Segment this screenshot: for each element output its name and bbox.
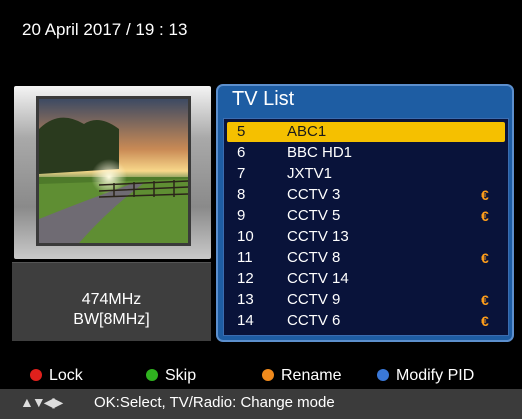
channel-number: 5 xyxy=(237,123,246,140)
yellow-button-icon xyxy=(262,369,274,381)
channel-number: 7 xyxy=(237,165,246,182)
help-text: OK:Select, TV/Radio: Change mode xyxy=(94,394,335,411)
channel-name: CCTV 13 xyxy=(287,228,349,245)
scrambled-icon: € xyxy=(481,292,489,308)
arrow-keys-icon: ▲▼◀▶ xyxy=(20,394,63,410)
channel-number: 8 xyxy=(237,186,246,203)
lock-label: Lock xyxy=(49,367,83,384)
preview-image xyxy=(39,99,188,243)
channel-number: 13 xyxy=(237,291,254,308)
channel-row[interactable]: 7 JXTV1 xyxy=(227,164,505,184)
scrambled-icon: € xyxy=(481,313,489,329)
skip-label: Skip xyxy=(165,367,197,384)
lock-legend[interactable]: Lock xyxy=(30,366,83,386)
channel-name: CCTV 6 xyxy=(287,312,341,329)
scrambled-icon: € xyxy=(481,187,489,203)
channel-name: CCTV 5 xyxy=(287,207,341,224)
frequency-label: 474MHz xyxy=(81,291,142,308)
channel-name: CCTV 14 xyxy=(287,270,349,287)
channel-row[interactable]: 12 CCTV 14 xyxy=(227,269,505,289)
channel-row[interactable]: 13 CCTV 9 € xyxy=(227,290,505,310)
channel-row[interactable]: 6 BBC HD1 xyxy=(227,143,505,163)
scrambled-icon: € xyxy=(481,250,489,266)
channel-list: 5 ABC1 6 BBC HD1 7 JXTV1 8 CCTV 3 €9 CCTV 5 €10 CCT… xyxy=(223,118,509,336)
modify-pid-label: Modify PID xyxy=(396,367,475,384)
channel-name: ABC1 xyxy=(287,123,327,140)
channel-row[interactable]: 8 CCTV 3 € xyxy=(227,185,505,205)
blue-button-icon xyxy=(377,369,389,381)
skip-legend[interactable]: Skip xyxy=(146,366,196,386)
channel-name: CCTV 9 xyxy=(287,291,341,308)
channel-name: JXTV1 xyxy=(287,165,333,182)
scrambled-icon: € xyxy=(481,208,489,224)
rename-legend[interactable]: Rename xyxy=(262,366,341,386)
channel-row[interactable]: 14 CCTV 6 € xyxy=(227,311,505,331)
green-button-icon xyxy=(146,369,158,381)
tv-list-title: TV List xyxy=(232,88,295,110)
preview-window xyxy=(36,96,191,246)
channel-row[interactable]: 10 CCTV 13 xyxy=(227,227,505,247)
rename-label: Rename xyxy=(281,367,342,384)
bandwidth-label: BW[8MHz] xyxy=(73,311,150,328)
channel-name: CCTV 8 xyxy=(287,249,341,266)
channel-number: 14 xyxy=(237,312,254,329)
tv-list-panel: TV List 5 ABC1 6 BBC HD1 7 JXTV1 8 CCTV 3 €9 CCTV… xyxy=(216,84,514,342)
channel-number: 12 xyxy=(237,270,254,287)
channel-row[interactable]: 11 CCTV 8 € xyxy=(227,248,505,268)
modify-pid-legend[interactable]: Modify PID xyxy=(377,366,474,386)
channel-row[interactable]: 9 CCTV 5 € xyxy=(227,206,505,226)
channel-name: CCTV 3 xyxy=(287,186,341,203)
channel-row[interactable]: 5 ABC1 xyxy=(227,122,505,142)
channel-number: 10 xyxy=(237,228,254,245)
channel-name: BBC HD1 xyxy=(287,144,353,161)
channel-number: 9 xyxy=(237,207,246,224)
red-button-icon xyxy=(30,369,42,381)
channel-number: 6 xyxy=(237,144,246,161)
signal-info-panel: 474MHz BW[8MHz] xyxy=(12,262,211,341)
preview-frame xyxy=(14,86,211,259)
datetime-display: 20 April 2017 / 19 : 13 xyxy=(22,20,188,39)
channel-number: 11 xyxy=(237,249,253,266)
help-bar: ▲▼◀▶ OK:Select, TV/Radio: Change mode xyxy=(0,389,522,419)
